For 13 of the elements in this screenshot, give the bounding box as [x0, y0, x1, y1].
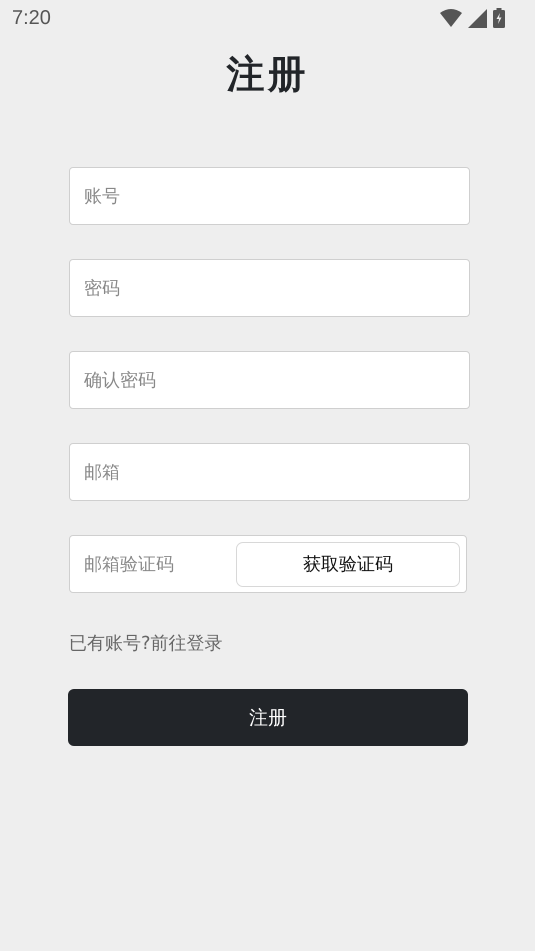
- status-time: 7:20: [12, 6, 51, 30]
- get-code-button[interactable]: 获取验证码: [236, 542, 460, 586]
- register-button[interactable]: 注册: [68, 689, 468, 746]
- page-title: 注册: [225, 51, 310, 98]
- input-field[interactable]: 确认密码: [69, 351, 470, 409]
- battery-icon: [493, 8, 505, 28]
- input-field[interactable]: 密码: [69, 259, 470, 317]
- input-field[interactable]: 邮箱验证码 获取验证码: [69, 535, 467, 593]
- signal-icon: [468, 8, 487, 28]
- input-field[interactable]: 账号: [69, 167, 470, 225]
- wifi-icon: [440, 9, 462, 27]
- login-link[interactable]: 已有账号?前往登录: [69, 631, 223, 655]
- input-field[interactable]: 邮箱: [69, 443, 470, 501]
